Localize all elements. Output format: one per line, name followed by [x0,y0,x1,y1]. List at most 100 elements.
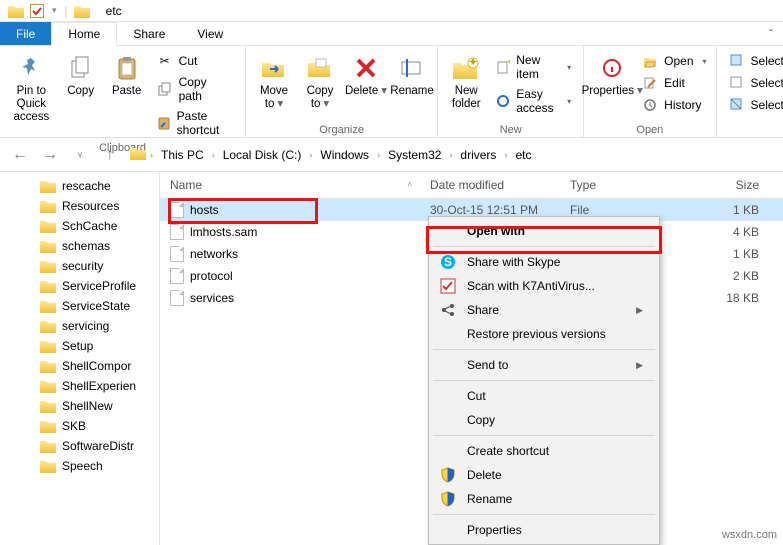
window-title: etc [96,4,122,18]
column-name[interactable]: Name˄ [160,172,420,198]
copy-button[interactable]: Copy [59,49,103,98]
breadcrumb[interactable]: › This PC› Local Disk (C:)› Windows› Sys… [130,146,773,164]
crumb-windows[interactable]: Windows [316,146,373,164]
tree-item[interactable]: security [0,256,159,276]
tree-item-label: SchCache [62,219,117,233]
svg-text:✦: ✦ [506,60,510,69]
context-menu-item[interactable]: Send to ▶ [431,353,657,377]
column-type[interactable]: Type [560,172,680,198]
tree-item[interactable]: rescache [0,176,159,196]
column-size[interactable]: Size [680,172,783,198]
properties-button[interactable]: Properties▾ [590,49,634,98]
tree-item[interactable]: Setup [0,336,159,356]
menu-icon [439,442,457,460]
edit-button[interactable]: Edit [638,73,710,93]
context-menu-item[interactable]: Delete [431,463,657,487]
column-date[interactable]: Date modified [420,172,560,198]
context-menu-item[interactable]: SShare with Skype [431,250,657,274]
crumb-drivers[interactable]: drivers [456,146,500,164]
tab-home[interactable]: Home [51,22,117,46]
nav-back-icon[interactable]: ← [10,146,30,164]
crumb-this-pc[interactable]: This PC [157,146,208,164]
context-menu-item[interactable]: Scan with K7AntiVirus... [431,274,657,298]
ribbon-group-new-label: New [444,123,577,136]
file-icon [170,246,184,262]
crumb-local-disk[interactable]: Local Disk (C:) [219,146,306,164]
tab-file[interactable]: File [0,22,51,45]
context-menu-label: Restore previous versions [467,327,643,341]
paste-button[interactable]: Paste [105,49,149,98]
delete-button[interactable]: Delete▾ [344,49,388,98]
tree-item[interactable]: ServiceState [0,296,159,316]
crumb-system32[interactable]: System32 [384,146,445,164]
folder-tree[interactable]: rescacheResources SchCache schemas security… [0,172,160,545]
file-name: lmhosts.sam [190,225,257,239]
tree-item[interactable]: Speech [0,456,159,476]
invert-selection-button[interactable]: Select [725,95,783,115]
context-menu-separator [433,514,655,515]
file-icon [170,290,184,306]
easy-access-button[interactable]: Easy access▾ [492,85,575,117]
nav-up-icon[interactable]: ↑ [100,146,120,164]
tree-item-label: ShellExperien [62,379,136,393]
open-button[interactable]: Open▾ [638,51,710,71]
folder-icon [40,339,56,353]
context-menu-label: Send to [467,358,626,372]
tree-item-label: schemas [62,239,110,253]
context-menu-item[interactable]: Restore previous versions [431,322,657,346]
tree-item[interactable]: SoftwareDistr [0,436,159,456]
context-menu-item[interactable]: Copy [431,408,657,432]
context-menu-item[interactable]: Open with [431,219,657,243]
context-menu-item[interactable]: Properties [431,518,657,542]
pin-to-quick-access-button[interactable]: Pin to Quick access [6,49,57,125]
tree-item-label: ShellCompor [62,359,131,373]
crumb-etc[interactable]: etc [511,146,535,164]
copy-path-button[interactable]: Copy path [153,73,237,105]
select-all-button[interactable]: Select [725,51,783,71]
k7-icon [439,277,457,295]
tree-item-label: security [62,259,103,273]
tree-item[interactable]: ShellCompor [0,356,159,376]
cut-button[interactable]: ✂Cut [153,51,237,71]
folder-icon [8,4,24,18]
context-menu-item[interactable]: Share▶ [431,298,657,322]
copy-to-button[interactable]: Copy to▾ [298,49,342,111]
context-menu-item[interactable]: Cut [431,384,657,408]
paste-shortcut-button[interactable]: Paste shortcut [153,107,237,139]
folder-icon [40,399,56,413]
move-to-button[interactable]: Move to▾ [252,49,296,111]
rename-button[interactable]: Rename [390,49,434,98]
tab-share[interactable]: Share [117,22,181,45]
context-menu-item[interactable]: Rename [431,487,657,511]
tree-item[interactable]: SchCache [0,216,159,236]
ribbon-collapse-icon[interactable]: ˇ [759,22,783,45]
nav-recent-icon[interactable]: ˅ [70,150,90,160]
submenu-arrow-icon: ▶ [636,360,643,371]
file-type: File [560,203,680,217]
tree-item[interactable]: ServiceProfile [0,276,159,296]
folder-icon [40,419,56,433]
tree-item-label: ServiceProfile [62,279,136,293]
history-button[interactable]: History [638,95,710,115]
tree-item[interactable]: ShellExperien [0,376,159,396]
tree-item[interactable]: SKB [0,416,159,436]
new-item-button[interactable]: ✦New item▾ [492,51,575,83]
new-folder-button[interactable]: ✦ New folder [444,49,488,111]
tab-view[interactable]: View [181,22,239,45]
tree-item[interactable]: ShellNew [0,396,159,416]
shield-icon [439,490,457,508]
file-name: hosts [190,203,219,217]
tree-item[interactable]: schemas [0,236,159,256]
select-all-icon [729,53,745,69]
qat-dropdown-icon[interactable]: ▾ [50,5,59,16]
paste-shortcut-icon [157,115,171,131]
context-menu-label: Cut [467,389,643,403]
tree-item[interactable]: Resources [0,196,159,216]
nav-forward-icon[interactable]: → [40,146,60,164]
file-size: 1 KB [680,203,783,217]
tree-item[interactable]: servicing [0,316,159,336]
qat-checkbox-icon[interactable] [30,4,44,18]
context-menu-item[interactable]: Create shortcut [431,439,657,463]
context-menu-label: Create shortcut [467,444,643,458]
select-none-button[interactable]: Select [725,73,783,93]
